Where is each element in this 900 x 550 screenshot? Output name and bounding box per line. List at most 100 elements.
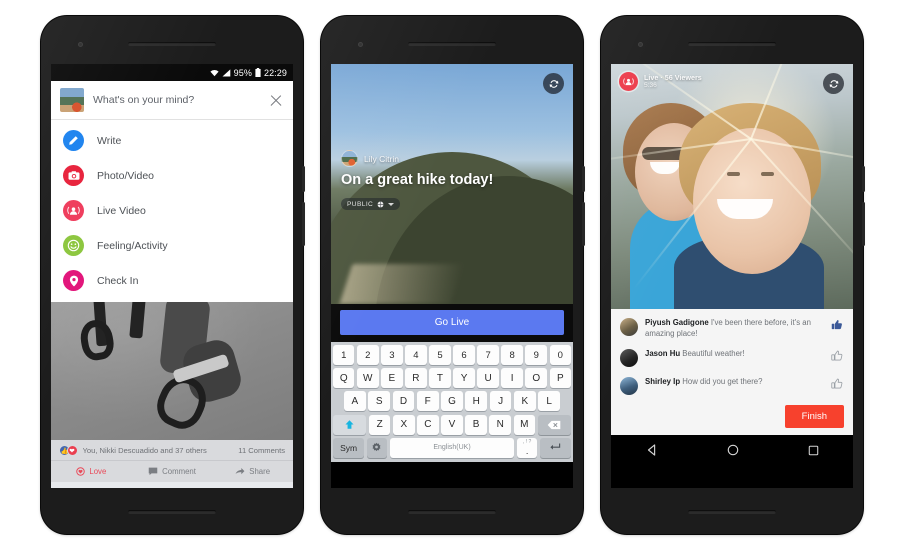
- period-key-sub: , ! ?: [522, 438, 532, 445]
- menu-item-photo-video[interactable]: Photo/Video: [51, 158, 293, 193]
- chevron-down-icon: [388, 202, 395, 206]
- key-1[interactable]: 1: [332, 345, 355, 365]
- comment-item: Jason Hu Beautiful weather!: [611, 344, 853, 372]
- composer-placeholder[interactable]: What's on your mind?: [93, 94, 259, 106]
- pencil-icon: [63, 130, 84, 151]
- comment-author: Piyush Gadigone: [645, 318, 709, 327]
- thumbs-up-icon[interactable]: [830, 318, 844, 331]
- love-button[interactable]: Love: [51, 461, 132, 482]
- composer-bar[interactable]: What's on your mind?: [51, 81, 293, 120]
- menu-item-feeling-activity[interactable]: Feeling/Activity: [51, 228, 293, 263]
- key-6[interactable]: 6: [453, 345, 475, 365]
- earpiece-grille: [408, 42, 496, 46]
- power-button[interactable]: [862, 202, 865, 246]
- camera-icon: [63, 165, 84, 186]
- key-7[interactable]: 7: [477, 345, 499, 365]
- key-5[interactable]: 5: [429, 345, 451, 365]
- key-r[interactable]: R: [405, 368, 427, 389]
- key-c[interactable]: C: [417, 414, 439, 435]
- key-p[interactable]: P: [549, 368, 572, 389]
- spacebar[interactable]: English(UK): [389, 437, 515, 458]
- key-n[interactable]: N: [489, 414, 511, 435]
- key-4[interactable]: 4: [405, 345, 427, 365]
- volume-button[interactable]: [582, 166, 585, 192]
- battery-percent: 95%: [233, 67, 252, 78]
- speaker-grille: [128, 510, 216, 514]
- key-z[interactable]: Z: [368, 414, 391, 435]
- key-8[interactable]: 8: [501, 345, 523, 365]
- live-meta: Live · 56 Viewers 5:36: [644, 73, 702, 90]
- recents-square-icon[interactable]: [807, 444, 820, 457]
- keyboard-row-numbers: 1 2 3 4 5 6 7 8 9 0: [332, 345, 572, 365]
- action-label: Share: [249, 467, 271, 476]
- go-live-button[interactable]: Go Live: [340, 310, 564, 335]
- key-x[interactable]: X: [393, 414, 415, 435]
- back-triangle-icon[interactable]: [645, 443, 659, 457]
- key-o[interactable]: O: [525, 368, 547, 389]
- key-h[interactable]: H: [465, 391, 488, 412]
- key-2[interactable]: 2: [357, 345, 379, 365]
- period-key[interactable]: , ! ? .: [517, 437, 538, 458]
- finish-button[interactable]: Finish: [784, 405, 844, 429]
- key-w[interactable]: W: [357, 368, 379, 389]
- menu-item-live-video[interactable]: Live Video: [51, 193, 293, 228]
- key-s[interactable]: S: [368, 391, 390, 412]
- key-k[interactable]: K: [514, 391, 536, 412]
- flip-camera-icon[interactable]: [823, 73, 844, 94]
- key-0[interactable]: 0: [549, 345, 572, 365]
- backspace-key[interactable]: [537, 414, 572, 435]
- comment-body: Jason Hu Beautiful weather!: [645, 349, 823, 360]
- key-j[interactable]: J: [489, 391, 512, 412]
- keyboard-row-space: Sym English(UK) , ! ? .: [333, 437, 571, 458]
- key-f[interactable]: F: [416, 391, 439, 412]
- privacy-selector[interactable]: PUBLIC: [341, 198, 401, 210]
- comment-item: Shirley Ip How did you get there?: [611, 372, 853, 400]
- keyboard-settings-key[interactable]: [366, 437, 387, 458]
- comment-button[interactable]: Comment: [132, 461, 213, 482]
- key-3[interactable]: 3: [381, 345, 403, 365]
- front-camera-icon: [78, 42, 83, 47]
- key-9[interactable]: 9: [525, 345, 547, 365]
- post-photo: [51, 302, 293, 440]
- thumbs-up-outline-icon[interactable]: [830, 349, 844, 362]
- avatar: [620, 318, 638, 336]
- home-circle-icon[interactable]: [726, 443, 740, 457]
- key-q[interactable]: Q: [332, 368, 355, 389]
- love-icon: ❤: [66, 445, 78, 456]
- key-y[interactable]: Y: [453, 368, 475, 389]
- phone1-content: What's on your mind? Write Photo/Video L…: [51, 81, 293, 488]
- thumbs-up-outline-icon[interactable]: [830, 377, 844, 390]
- menu-item-check-in[interactable]: Check In: [51, 263, 293, 298]
- menu-item-label: Live Video: [97, 204, 146, 217]
- phone-live-composer: Lily Citrin On a great hike today! PUBLI…: [321, 16, 585, 534]
- enter-key[interactable]: [539, 437, 571, 458]
- key-u[interactable]: U: [477, 368, 499, 389]
- key-b[interactable]: B: [465, 414, 487, 435]
- volume-button[interactable]: [862, 166, 865, 192]
- comment-item: Piyush Gadigone I've been there before, …: [611, 313, 853, 344]
- key-a[interactable]: A: [344, 391, 366, 412]
- key-m[interactable]: M: [513, 414, 536, 435]
- screenshot-stage: 95% 22:29 What's on your mind? Write Pho…: [0, 0, 900, 550]
- live-caption[interactable]: On a great hike today!: [341, 172, 493, 188]
- key-e[interactable]: E: [381, 368, 403, 389]
- close-icon[interactable]: [268, 92, 284, 108]
- menu-item-write[interactable]: Write: [51, 123, 293, 158]
- power-button[interactable]: [582, 202, 585, 246]
- key-v[interactable]: V: [441, 414, 463, 435]
- key-d[interactable]: D: [392, 391, 415, 412]
- finish-bar: Finish: [611, 400, 853, 436]
- key-l[interactable]: L: [538, 391, 560, 412]
- key-t[interactable]: T: [429, 368, 451, 389]
- key-g[interactable]: G: [441, 391, 463, 412]
- share-button[interactable]: Share: [212, 461, 293, 482]
- shift-key[interactable]: [332, 414, 367, 435]
- power-button[interactable]: [302, 202, 305, 246]
- flip-camera-icon[interactable]: [543, 73, 564, 94]
- volume-button[interactable]: [302, 166, 305, 192]
- sym-key[interactable]: Sym: [333, 437, 365, 458]
- earpiece-grille: [128, 42, 216, 46]
- privacy-label: PUBLIC: [347, 200, 374, 208]
- key-i[interactable]: I: [501, 368, 523, 389]
- comment-author: Jason Hu: [645, 349, 681, 359]
